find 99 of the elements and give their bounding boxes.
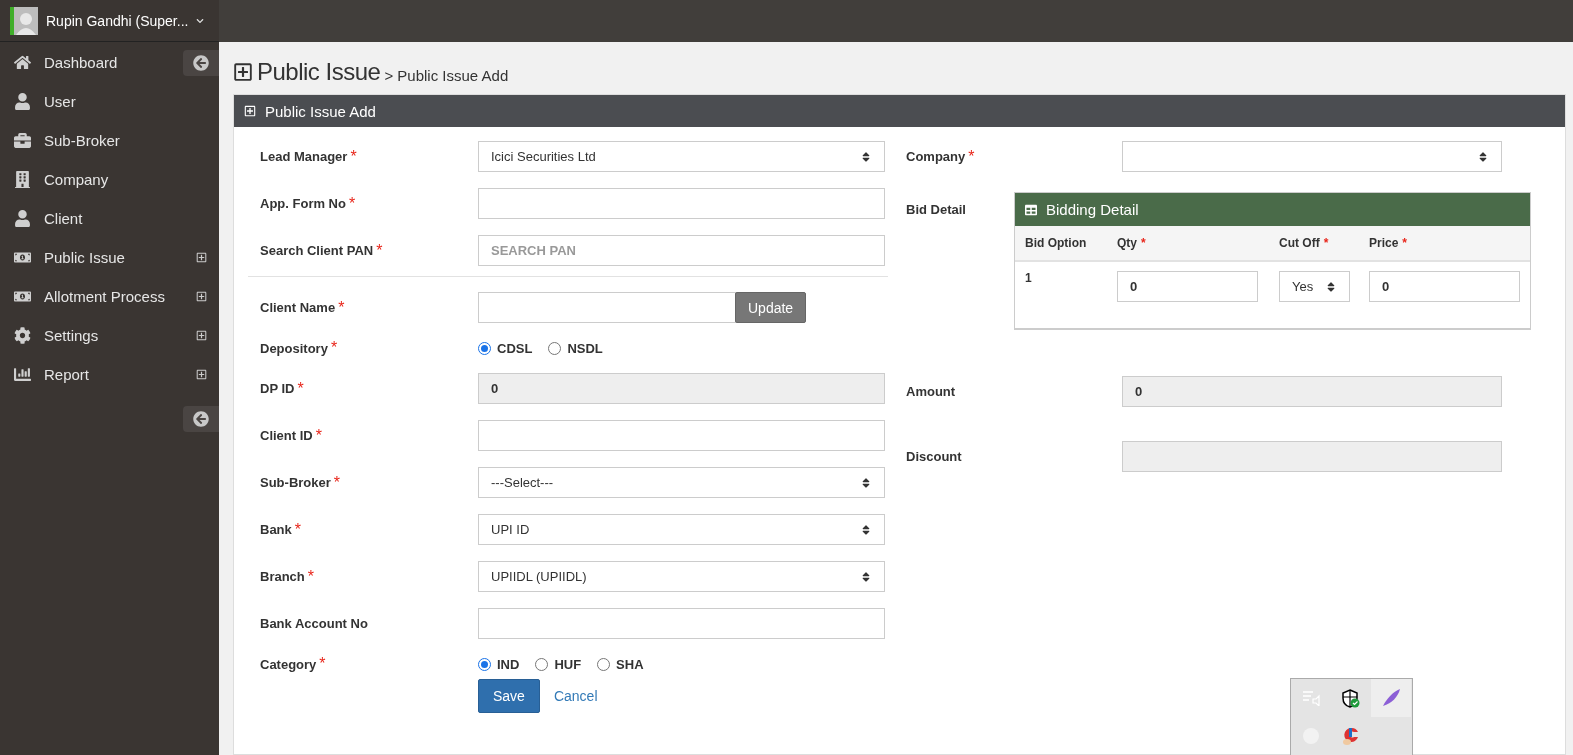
radio-option[interactable]: NSDL bbox=[548, 340, 603, 356]
required-mark: * bbox=[330, 339, 338, 357]
required-mark: * bbox=[294, 520, 302, 539]
collapse-button[interactable] bbox=[183, 406, 219, 432]
field-label: Branch bbox=[260, 569, 305, 584]
field-label: Discount bbox=[906, 449, 963, 464]
sort-icon bbox=[860, 523, 872, 536]
column-header: Cut Off bbox=[1279, 236, 1320, 250]
field-label: Bank bbox=[260, 522, 292, 537]
column-header: Qty bbox=[1117, 236, 1137, 250]
input-field[interactable]: SEARCH PAN bbox=[478, 235, 885, 266]
input-field[interactable] bbox=[478, 420, 885, 451]
select-field[interactable]: ---Select--- bbox=[478, 467, 885, 498]
radio-option[interactable]: SHA bbox=[597, 656, 644, 672]
briefcase-icon bbox=[12, 132, 32, 149]
sort-icon bbox=[1477, 150, 1489, 163]
sidebar-item[interactable]: Client bbox=[0, 199, 219, 238]
required-mark: * bbox=[1323, 236, 1329, 250]
column-header: Price bbox=[1369, 236, 1399, 250]
sidebar-item[interactable]: Dashboard bbox=[0, 43, 219, 82]
required-mark: * bbox=[350, 147, 357, 166]
banknote-icon bbox=[12, 249, 32, 266]
cancel-link[interactable]: Cancel bbox=[553, 688, 598, 704]
field-label: Client ID bbox=[260, 428, 313, 443]
arrow-left-icon bbox=[193, 54, 209, 71]
sidebar-item[interactable]: Allotment Process bbox=[0, 277, 219, 316]
field-label: Category bbox=[260, 656, 317, 672]
required-mark: * bbox=[315, 426, 322, 445]
sort-icon bbox=[860, 476, 872, 489]
building-icon bbox=[12, 171, 32, 188]
select-field[interactable] bbox=[1122, 141, 1502, 172]
required-mark: * bbox=[376, 241, 383, 260]
bar-chart-icon bbox=[12, 366, 32, 383]
bidding-title: Bidding Detail bbox=[1046, 201, 1139, 218]
field-label: Search Client PAN bbox=[260, 243, 374, 258]
required-mark: * bbox=[348, 194, 356, 213]
home-icon bbox=[12, 54, 32, 71]
cut-off-select[interactable]: Yes bbox=[1279, 271, 1350, 302]
avatar-icon bbox=[10, 6, 38, 35]
chevron-down-icon[interactable] bbox=[196, 16, 205, 25]
qty-field[interactable]: 0 bbox=[1117, 271, 1258, 302]
shield-icon[interactable] bbox=[1342, 688, 1360, 708]
sidebar-item[interactable]: User bbox=[0, 82, 219, 121]
breadcrumb: > Public Issue Add bbox=[384, 66, 509, 84]
arrow-left-icon bbox=[193, 411, 209, 427]
readonly-field: 0 bbox=[1122, 376, 1502, 407]
table-icon bbox=[1025, 203, 1037, 216]
column-header: Bid Option bbox=[1025, 236, 1087, 250]
sort-icon bbox=[1325, 280, 1337, 293]
notification-list-icon[interactable] bbox=[1302, 690, 1320, 706]
radio-option[interactable]: CDSL bbox=[478, 340, 533, 356]
field-label: DP ID bbox=[260, 381, 295, 396]
field-label: Bid Detail bbox=[906, 202, 967, 217]
banknote-icon bbox=[12, 288, 32, 305]
table-cell-text: 1 bbox=[1025, 271, 1033, 287]
field-label: Depository bbox=[260, 340, 328, 356]
select-field[interactable]: Icici Securities Ltd bbox=[478, 141, 885, 172]
price-field[interactable]: 0 bbox=[1369, 271, 1520, 302]
field-label: Lead Manager bbox=[260, 149, 348, 164]
sidebar-item[interactable]: Report bbox=[0, 355, 219, 394]
save-button[interactable]: Save bbox=[478, 679, 540, 713]
collapse-button[interactable] bbox=[183, 49, 219, 76]
required-mark: * bbox=[1402, 236, 1408, 250]
sort-icon bbox=[860, 150, 872, 163]
select-field[interactable]: UPI ID bbox=[478, 514, 885, 545]
field-label: Bank Account No bbox=[260, 616, 368, 631]
required-mark: * bbox=[319, 655, 326, 673]
brush-icon[interactable] bbox=[1341, 726, 1361, 746]
field-label: Company bbox=[906, 149, 966, 164]
field-label: Amount bbox=[906, 384, 957, 399]
user-name[interactable]: Rupin Gandhi (Super... bbox=[46, 12, 189, 29]
field-label: Sub-Broker bbox=[260, 475, 331, 490]
radio-option[interactable]: IND bbox=[478, 656, 520, 672]
required-mark: * bbox=[307, 567, 315, 586]
update-button[interactable]: Update bbox=[735, 292, 807, 323]
sidebar-item[interactable]: Public Issue bbox=[0, 238, 219, 277]
sidebar-item[interactable]: Settings bbox=[0, 316, 219, 355]
readonly-field: 0 bbox=[478, 373, 885, 404]
required-mark: * bbox=[1141, 236, 1146, 250]
field-label: App. Form No bbox=[260, 196, 346, 211]
user-icon bbox=[12, 93, 32, 110]
required-mark: * bbox=[297, 379, 304, 398]
sidebar-item[interactable]: Company bbox=[0, 160, 219, 199]
sort-icon bbox=[860, 570, 872, 583]
sidebar-item[interactable]: Sub-Broker bbox=[0, 121, 219, 160]
panel-title: Public Issue Add bbox=[265, 102, 376, 120]
required-mark: * bbox=[333, 473, 341, 492]
select-field[interactable]: UPIIDL (UPIIDL) bbox=[478, 561, 885, 592]
radio-option[interactable]: HUF bbox=[535, 656, 582, 672]
input-field[interactable] bbox=[478, 608, 885, 639]
required-mark: * bbox=[968, 147, 975, 166]
settings-icon bbox=[12, 327, 32, 344]
feather-icon[interactable] bbox=[1381, 688, 1401, 708]
input-field[interactable] bbox=[478, 188, 885, 219]
required-mark: * bbox=[338, 298, 345, 317]
page-title: Public Issue bbox=[257, 58, 381, 86]
input-field[interactable] bbox=[478, 292, 736, 323]
field-label: Client Name bbox=[260, 300, 336, 315]
user-icon bbox=[12, 210, 32, 227]
